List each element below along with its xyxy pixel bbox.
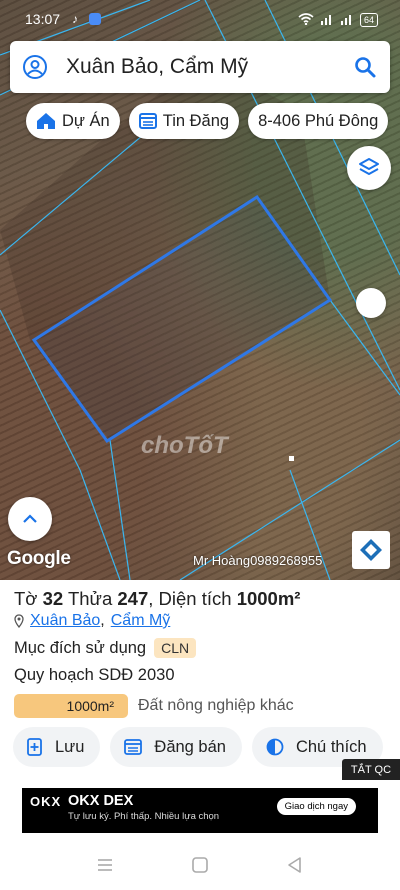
land-use-badge: CLN bbox=[154, 638, 197, 658]
status-time: 13:07 bbox=[25, 11, 61, 27]
parcel-location: Xuân Bảo, Cẩm Mỹ bbox=[14, 612, 170, 630]
notification-icons: ♪ bbox=[68, 12, 102, 26]
chip-tin-dang[interactable]: Tin Đăng bbox=[128, 103, 240, 139]
layers-icon bbox=[359, 158, 379, 175]
bookmark-add-icon bbox=[27, 738, 42, 756]
signal-icon bbox=[340, 12, 354, 28]
chip-label: Tin Đăng bbox=[162, 111, 230, 130]
plan-title: Quy hoạch SDĐ 2030 bbox=[14, 666, 175, 684]
ad-title: OKX DEX bbox=[68, 793, 134, 809]
chip-label: Dự Án bbox=[62, 111, 110, 130]
map-control-button[interactable] bbox=[356, 288, 386, 318]
ad-brand-logo: OKX bbox=[30, 794, 62, 809]
home-nav-icon[interactable] bbox=[191, 856, 209, 874]
battery-icon: 64 bbox=[359, 13, 378, 27]
close-ad-button[interactable]: TẮT QC bbox=[342, 759, 400, 780]
back-nav-icon[interactable] bbox=[286, 856, 304, 874]
ad-subtitle: Tự lưu ký. Phí thấp. Nhiều lựa chọn bbox=[68, 811, 220, 822]
parcel-info-sheet: Tờ 32 Thửa 247, Diện tích 1000m² Xuân Bả… bbox=[0, 580, 400, 780]
system-nav-bar bbox=[0, 838, 400, 890]
parcel-label: Thửa bbox=[67, 588, 113, 609]
home-icon bbox=[37, 113, 55, 129]
location-separator: , bbox=[100, 612, 105, 629]
post-for-sale-button[interactable]: Đăng bán bbox=[110, 727, 242, 767]
search-icon[interactable] bbox=[352, 54, 378, 80]
google-attribution: Google bbox=[7, 548, 71, 569]
chotot-watermark: choTốT bbox=[141, 432, 228, 459]
wifi-icon bbox=[298, 12, 314, 28]
account-icon[interactable] bbox=[22, 54, 48, 80]
parcel-number: 247 bbox=[117, 588, 149, 609]
land-use-row: Mục đích sử dụng CLN bbox=[14, 638, 197, 658]
post-label: Đăng bán bbox=[154, 737, 226, 756]
commune-link[interactable]: Xuân Bảo bbox=[30, 612, 100, 630]
status-bar: 13:07 ♪ 64 bbox=[0, 0, 400, 38]
plan-land-type: Đất nông nghiệp khác bbox=[138, 697, 294, 714]
chip-du-an[interactable]: Dự Án bbox=[26, 103, 120, 139]
legend-icon bbox=[266, 738, 284, 756]
save-button[interactable]: Lưu bbox=[13, 727, 101, 767]
legend-label: Chú thích bbox=[295, 737, 367, 756]
realty-logo bbox=[352, 531, 390, 569]
signal-icon bbox=[320, 12, 334, 28]
layers-button[interactable] bbox=[347, 146, 391, 190]
expand-sheet-button[interactable] bbox=[8, 497, 52, 541]
chip-label: 8-406 Phú Đông bbox=[258, 111, 379, 130]
listing-icon bbox=[138, 113, 157, 129]
save-label: Lưu bbox=[55, 737, 85, 756]
sheet-label: Tờ bbox=[14, 588, 38, 609]
area-label: Diện tích bbox=[158, 588, 232, 609]
menu-nav-icon[interactable] bbox=[96, 856, 114, 874]
plan-row: 1000m² Đất nông nghiệp khác bbox=[14, 694, 294, 718]
plan-area-pill: 1000m² bbox=[14, 694, 128, 718]
district-link[interactable]: Cẩm Mỹ bbox=[111, 612, 171, 630]
action-buttons: Lưu Đăng bán Chú thích bbox=[13, 727, 383, 767]
realty-logo-icon bbox=[360, 539, 382, 561]
vertex-marker bbox=[289, 456, 294, 461]
filter-chips: Dự Án Tin Đăng 8-406 Phú Đông bbox=[26, 103, 389, 139]
land-use-label: Mục đích sử dụng bbox=[14, 638, 147, 657]
chevron-up-icon bbox=[23, 514, 37, 523]
ad-cta-button[interactable]: Giao dịch ngay bbox=[276, 798, 356, 815]
search-bar[interactable]: Xuân Bảo, Cẩm Mỹ bbox=[10, 41, 390, 93]
ad-banner[interactable]: OKX OKX DEX Tự lưu ký. Phí thấp. Nhiều l… bbox=[22, 788, 378, 833]
area-value: 1000m² bbox=[236, 588, 301, 609]
tiktok-icon: ♪ bbox=[72, 12, 78, 26]
sheet-number: 32 bbox=[42, 588, 64, 609]
system-icons: 64 bbox=[298, 12, 378, 28]
chip-parcel-address[interactable]: 8-406 Phú Đông bbox=[248, 103, 389, 139]
messenger-icon bbox=[88, 12, 102, 26]
seller-contact-overlay: Mr Hoàng0989268955 bbox=[193, 553, 323, 568]
parcel-summary: Tờ 32 Thửa 247, Diện tích 1000m² bbox=[14, 588, 301, 609]
search-input[interactable]: Xuân Bảo, Cẩm Mỹ bbox=[66, 55, 352, 79]
location-pin-icon bbox=[14, 614, 24, 628]
post-icon bbox=[124, 739, 143, 755]
